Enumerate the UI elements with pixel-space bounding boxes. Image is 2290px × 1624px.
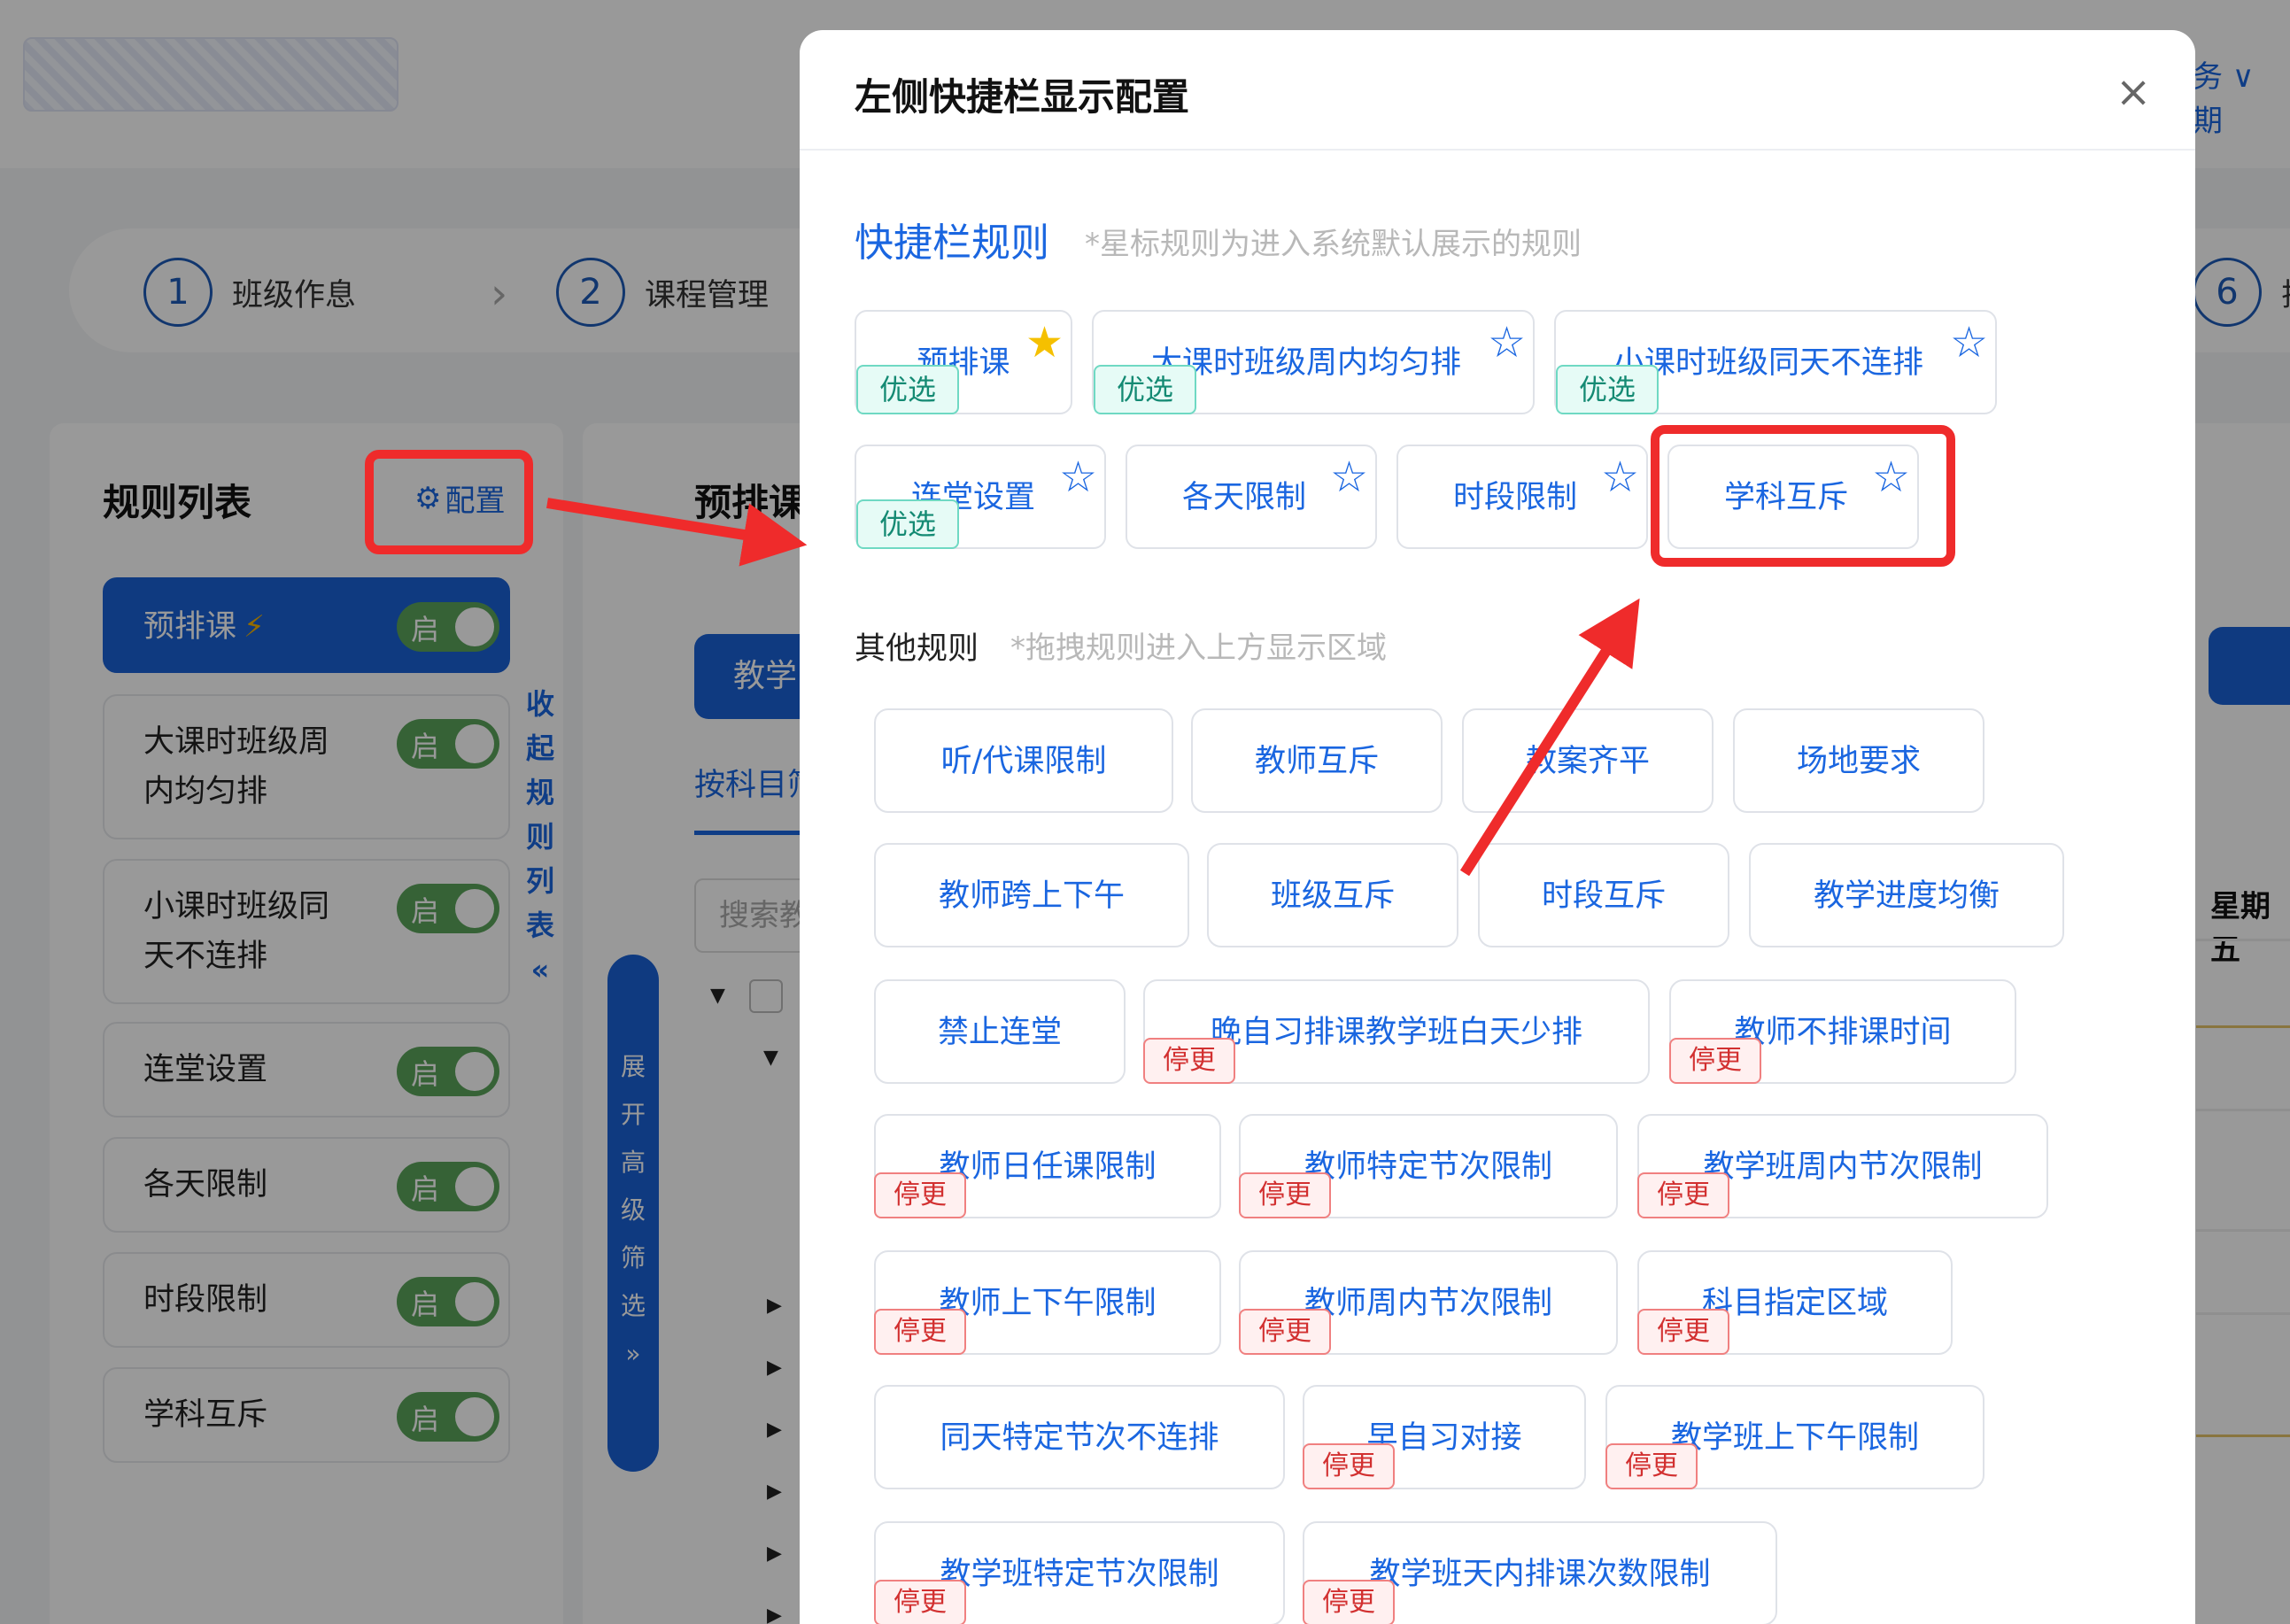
quick-rule-chip[interactable]: 预排课 ★ 优选 <box>855 310 1072 414</box>
dialog-title: 左侧快捷栏显示配置 <box>855 75 1190 119</box>
other-rule-chip[interactable]: 教师互斥 <box>1191 708 1443 813</box>
star-filled-icon[interactable]: ★ <box>1025 319 1064 367</box>
stop-update-badge: 停更 <box>1669 1038 1761 1084</box>
quick-rule-chip[interactable]: 大课时班级周内均匀排 ☆ 优选 <box>1092 310 1535 414</box>
stop-update-badge: 停更 <box>1303 1443 1395 1489</box>
star-outline-icon[interactable]: ☆ <box>1601 453 1639 501</box>
other-rule-chip[interactable]: 禁止连堂 <box>874 979 1126 1084</box>
stop-update-badge: 停更 <box>874 1309 966 1355</box>
star-outline-icon[interactable]: ☆ <box>1950 319 1988 367</box>
other-rule-chip[interactable]: 教学班特定节次限制 停更 <box>874 1521 1285 1624</box>
other-rule-chip[interactable]: 教师跨上下午 <box>874 843 1189 947</box>
quick-rules-title: 快捷栏规则 <box>855 220 1049 266</box>
other-rule-chip[interactable]: 教学班上下午限制 停更 <box>1605 1385 1984 1489</box>
chip-label: 听/代课限制 <box>940 744 1107 779</box>
other-rule-chip[interactable]: 教案齐平 <box>1462 708 1714 813</box>
stop-update-badge: 停更 <box>1637 1172 1729 1218</box>
other-rules-hint: *拖拽规则进入上方显示区域 <box>1010 630 1387 666</box>
other-rule-chip[interactable]: 教师不排课时间 停更 <box>1669 979 2016 1084</box>
quick-rules-hint: *星标规则为进入系统默认展示的规则 <box>1085 227 1582 262</box>
other-rule-chip[interactable]: 教学班天内排课次数限制 停更 <box>1303 1521 1777 1624</box>
quick-rule-chip[interactable]: 连堂设置 ☆ 优选 <box>855 445 1106 549</box>
stop-update-badge: 停更 <box>874 1580 966 1624</box>
dialog-header: 左侧快捷栏显示配置 × <box>800 30 2195 151</box>
quick-rule-chip[interactable]: 时段限制 ☆ <box>1396 445 1648 549</box>
chip-label: 场地要求 <box>1796 744 1921 779</box>
chip-label: 同天特定节次不连排 <box>940 1420 1219 1456</box>
other-rules-title: 其他规则 <box>855 631 979 667</box>
chip-label: 教学进度均衡 <box>1813 878 2000 914</box>
star-outline-icon[interactable]: ☆ <box>1488 319 1526 367</box>
other-rule-chip[interactable]: 班级互斥 <box>1207 843 1458 947</box>
other-rule-chip[interactable]: 科目指定区域 停更 <box>1637 1250 1953 1355</box>
close-icon[interactable]: × <box>2116 67 2151 117</box>
chip-label: 教师互斥 <box>1254 744 1379 779</box>
other-rule-chip[interactable]: 教学班周内节次限制 停更 <box>1637 1114 2048 1218</box>
chip-label: 教师跨上下午 <box>938 878 1125 914</box>
stop-update-badge: 停更 <box>1239 1309 1331 1355</box>
shortcut-config-dialog: 左侧快捷栏显示配置 × 快捷栏规则 *星标规则为进入系统默认展示的规则 预排课 … <box>800 30 2195 1624</box>
other-rule-chip[interactable]: 时段互斥 <box>1478 843 1729 947</box>
highlight-subject-exclusive-box <box>1651 425 1955 567</box>
preferred-badge: 优选 <box>1556 365 1659 414</box>
quick-rule-chip[interactable]: 各天限制 ☆ <box>1126 445 1377 549</box>
stop-update-badge: 停更 <box>1303 1580 1395 1624</box>
other-rule-chip[interactable]: 教师日任课限制 停更 <box>874 1114 1221 1218</box>
preferred-badge: 优选 <box>856 499 960 549</box>
other-rule-chip[interactable]: 晚自习排课教学班白天少排 停更 <box>1143 979 1650 1084</box>
other-rule-chip[interactable]: 教学进度均衡 <box>1749 843 2064 947</box>
other-rule-chip[interactable]: 场地要求 <box>1733 708 1984 813</box>
chip-label: 教案齐平 <box>1525 744 1650 779</box>
chip-label: 禁止连堂 <box>937 1015 1062 1050</box>
star-outline-icon[interactable]: ☆ <box>1059 453 1097 501</box>
preferred-badge: 优选 <box>856 365 960 414</box>
star-outline-icon[interactable]: ☆ <box>1330 453 1368 501</box>
other-rule-chip[interactable]: 教师上下午限制 停更 <box>874 1250 1221 1355</box>
other-rule-chip[interactable]: 教师特定节次限制 停更 <box>1239 1114 1618 1218</box>
stop-update-badge: 停更 <box>1239 1172 1331 1218</box>
other-rule-chip[interactable]: 听/代课限制 <box>874 708 1173 813</box>
stop-update-badge: 停更 <box>1637 1309 1729 1355</box>
stop-update-badge: 停更 <box>874 1172 966 1218</box>
chip-label: 班级互斥 <box>1270 878 1395 914</box>
other-rule-chip[interactable]: 早自习对接 停更 <box>1303 1385 1586 1489</box>
preferred-badge: 优选 <box>1094 365 1197 414</box>
other-rule-chip[interactable]: 教师周内节次限制 停更 <box>1239 1250 1618 1355</box>
chip-label: 时段互斥 <box>1541 878 1666 914</box>
quick-rule-chip[interactable]: 小课时班级同天不连排 ☆ 优选 <box>1554 310 1997 414</box>
stop-update-badge: 停更 <box>1605 1443 1698 1489</box>
highlight-config-box <box>365 450 533 554</box>
other-rule-chip[interactable]: 同天特定节次不连排 <box>874 1385 1285 1489</box>
stop-update-badge: 停更 <box>1143 1038 1235 1084</box>
